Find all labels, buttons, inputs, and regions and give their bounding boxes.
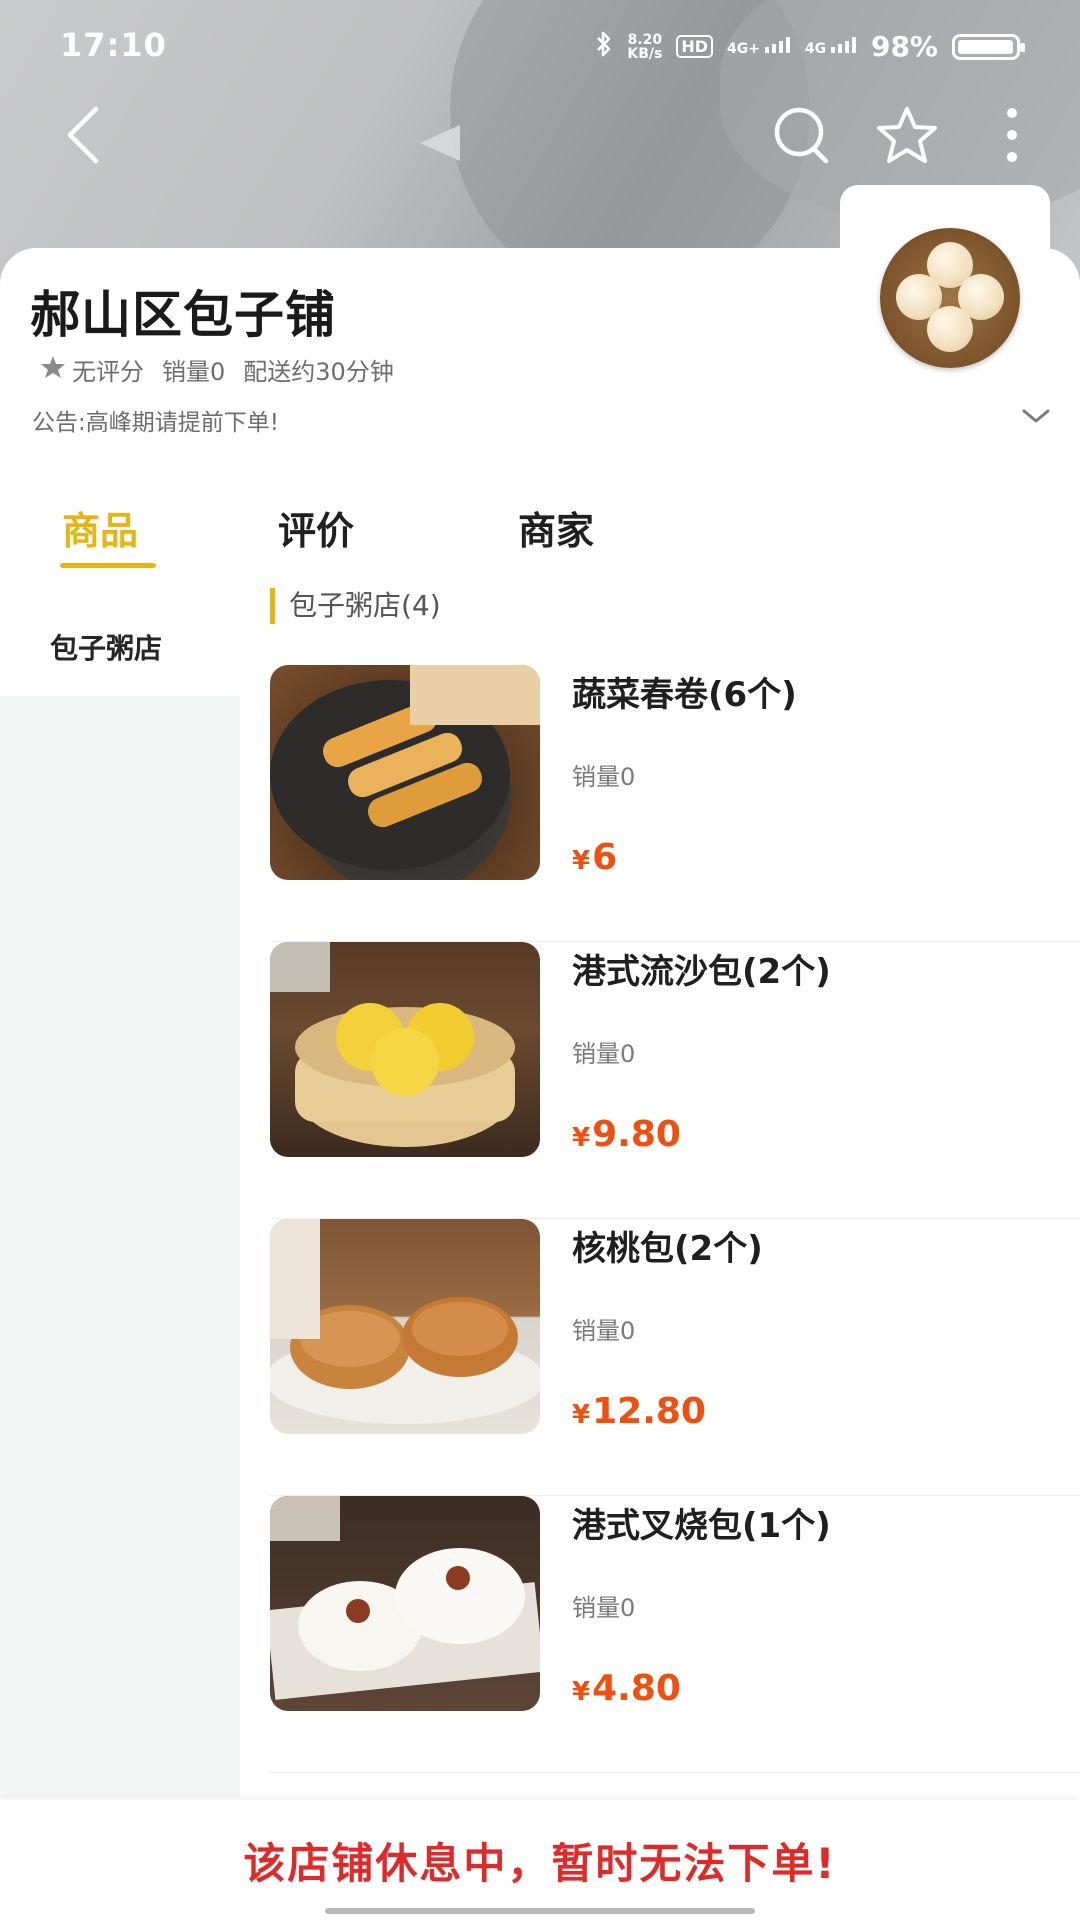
star-icon [40, 355, 66, 385]
battery-icon [952, 33, 1025, 60]
product-sales: 销量0 [572, 1317, 636, 1345]
delivery-time: 配送约30分钟 [243, 358, 394, 386]
product-price: ¥9.80 [572, 1114, 681, 1155]
price-value: 6 [592, 837, 618, 878]
signal-4g-icon: 4G [804, 36, 857, 57]
tab-merchant[interactable]: 商家 [518, 500, 594, 555]
sidebar-item-label: 包子粥店 [50, 632, 163, 665]
battery-percentage: 98% [870, 30, 938, 63]
shop-notice[interactable]: 公告:高峰期请提前下单! [32, 403, 279, 437]
shop-name: 郝山区包子铺 [30, 286, 336, 344]
product-image [270, 942, 540, 1157]
product-image [270, 1219, 540, 1434]
shop-closed-bar: 该店铺休息中，暂时无法下单! [0, 1800, 1080, 1920]
rating-text: 无评分 [72, 358, 144, 386]
product-item[interactable]: 港式流沙包(2个) 销量0 ¥9.80 [270, 942, 1080, 1219]
shop-rating: 无评分 [40, 352, 144, 387]
shop-logo [880, 228, 1020, 368]
product-price: ¥12.80 [572, 1391, 706, 1432]
signal-4g-plus-icon: 4G+ [727, 36, 791, 57]
product-name: 核桃包(2个) [572, 1229, 763, 1269]
sidebar-item-baozi-porridge[interactable]: 包子粥店 [0, 598, 240, 696]
currency-symbol: ¥ [572, 846, 591, 876]
product-name: 蔬菜春卷(6个) [572, 675, 797, 715]
shop-meta: 无评分 销量0 配送约30分钟 [40, 352, 394, 387]
expand-notice-button[interactable] [1020, 405, 1052, 427]
product-item[interactable]: 蔬菜春卷(6个) 销量0 ¥6 [270, 665, 1080, 942]
bluetooth-icon [595, 31, 613, 63]
product-sales: 销量0 [572, 763, 636, 791]
signal-label: 4G+ [727, 40, 760, 57]
section-title: 包子粥店(4) [270, 588, 441, 624]
battery-fill [958, 39, 1013, 54]
shop-sales: 销量0 [162, 358, 226, 386]
status-indicators: 8.20 KB/s HD 4G+ 4G 98% [595, 30, 1025, 63]
status-bar: 17:10 8.20 KB/s HD 4G+ 4G 98% [0, 0, 1080, 90]
home-indicator[interactable] [325, 1908, 755, 1914]
product-item[interactable]: 核桃包(2个) 销量0 ¥12.80 [270, 1219, 1080, 1496]
tab-reviews[interactable]: 评价 [278, 500, 354, 555]
active-tab-indicator [60, 563, 156, 568]
product-sales: 销量0 [572, 1040, 636, 1068]
banner-decoration [420, 125, 460, 161]
product-image [270, 1496, 540, 1711]
currency-symbol: ¥ [572, 1400, 591, 1430]
chevron-left-icon [62, 105, 102, 169]
product-price: ¥6 [572, 837, 617, 878]
more-vertical-icon [1006, 107, 1018, 167]
network-speed: 8.20 KB/s [627, 33, 662, 61]
search-icon [772, 105, 832, 169]
product-name: 港式流沙包(2个) [572, 952, 831, 992]
status-time: 17:10 [60, 26, 167, 64]
currency-symbol: ¥ [572, 1123, 591, 1153]
favorite-button[interactable] [875, 105, 939, 169]
product-name: 港式叉烧包(1个) [572, 1506, 831, 1546]
more-button[interactable] [980, 105, 1044, 169]
chevron-down-icon [1020, 409, 1052, 431]
back-button[interactable] [50, 105, 114, 169]
tab-goods[interactable]: 商品 [62, 500, 138, 555]
currency-symbol: ¥ [572, 1677, 591, 1707]
network-speed-unit: KB/s [627, 45, 663, 62]
price-value: 12.80 [592, 1391, 706, 1432]
category-sidebar [0, 598, 240, 1798]
product-image [270, 665, 540, 880]
price-value: 4.80 [592, 1668, 681, 1709]
product-item[interactable]: 港式叉烧包(1个) 销量0 ¥4.80 [270, 1496, 1080, 1773]
network-speed-value: 8.20 [627, 31, 663, 48]
product-sales: 销量0 [572, 1594, 636, 1622]
hd-icon: HD [676, 35, 714, 58]
price-value: 9.80 [592, 1114, 681, 1155]
product-price: ¥4.80 [572, 1668, 681, 1709]
logo-bun [927, 306, 973, 352]
star-outline-icon [875, 105, 939, 169]
signal-label-2: 4G [804, 40, 827, 57]
search-button[interactable] [770, 105, 834, 169]
